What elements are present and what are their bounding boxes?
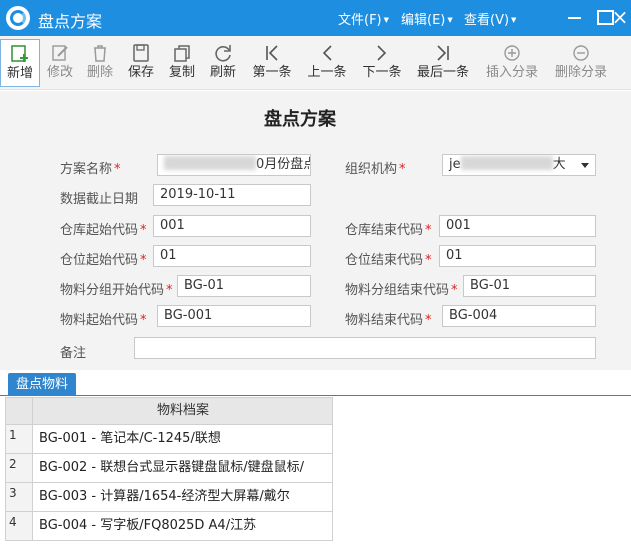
material-cell[interactable]: BG-001 - 笔记本/C-1245/联想 bbox=[34, 425, 333, 453]
new-button[interactable]: 新增 bbox=[0, 39, 40, 87]
group-start-field[interactable]: BG-01 bbox=[177, 275, 311, 297]
first-icon bbox=[250, 39, 294, 65]
menu-file[interactable]: 文件(F) ▼ bbox=[338, 9, 389, 28]
org-select[interactable]: je 大 bbox=[442, 154, 596, 176]
material-end-label: 物料结束代码 * bbox=[345, 313, 432, 328]
group-end-field[interactable]: BG-01 bbox=[463, 275, 596, 297]
floppy-icon bbox=[124, 39, 158, 65]
material-cell[interactable]: BG-004 - 写字板/FQ8025D A4/江苏 bbox=[34, 512, 333, 540]
row-number: 4 bbox=[6, 512, 33, 540]
plan-name-field[interactable]: 0月份盘点 bbox=[157, 154, 311, 176]
copy-button[interactable]: 复制 bbox=[165, 39, 199, 87]
close-button[interactable]: × bbox=[611, 7, 629, 27]
refresh-button[interactable]: 刷新 bbox=[206, 39, 240, 87]
save-button[interactable]: 保存 bbox=[124, 39, 158, 87]
grid-header: 物料档案 bbox=[6, 398, 333, 425]
copy-icon bbox=[165, 39, 199, 65]
grid-corner bbox=[6, 398, 33, 424]
table-row[interactable]: 4 BG-004 - 写字板/FQ8025D A4/江苏 bbox=[6, 512, 333, 541]
warehouse-start-label: 仓库起始代码 * bbox=[60, 223, 147, 238]
caret-down-icon: ▼ bbox=[511, 16, 517, 24]
tab-strip: 盘点物料 bbox=[0, 370, 631, 396]
last-icon bbox=[415, 39, 471, 65]
remark-label: 备注 bbox=[60, 346, 87, 361]
row-number: 3 bbox=[6, 483, 33, 511]
row-number: 2 bbox=[6, 454, 33, 482]
warehouse-end-label: 仓库结束代码 * bbox=[345, 223, 432, 238]
remove-entry-button[interactable]: 删除分录 bbox=[553, 39, 609, 87]
refresh-icon bbox=[206, 39, 240, 65]
menu-view[interactable]: 查看(V) ▼ bbox=[464, 9, 516, 28]
menu-edit[interactable]: 编辑(E) ▼ bbox=[401, 9, 453, 28]
remark-field[interactable] bbox=[134, 337, 596, 359]
material-cell[interactable]: BG-002 - 联想台式显示器键盘鼠标/键盘鼠标/ bbox=[34, 454, 333, 482]
caret-down-icon: ▼ bbox=[383, 16, 390, 24]
app-logo-icon bbox=[6, 6, 30, 30]
location-end-field[interactable]: 01 bbox=[439, 245, 596, 267]
material-end-field[interactable]: BG-004 bbox=[442, 305, 596, 327]
cutoff-date-field[interactable]: 2019-10-11 bbox=[153, 184, 311, 206]
plus-circle-icon bbox=[484, 39, 540, 65]
edit-button[interactable]: 修改 bbox=[43, 39, 77, 87]
prev-icon bbox=[305, 39, 349, 65]
material-start-field[interactable]: BG-001 bbox=[157, 305, 311, 327]
location-start-label: 仓位起始代码 * bbox=[60, 253, 147, 268]
minus-circle-icon bbox=[553, 39, 609, 65]
form-title: 盘点方案 bbox=[264, 109, 336, 130]
next-icon bbox=[360, 39, 404, 65]
delete-button[interactable]: 删除 bbox=[83, 39, 117, 87]
column-header-material[interactable]: 物料档案 bbox=[34, 398, 333, 424]
material-start-label: 物料起始代码 * bbox=[60, 313, 147, 328]
material-cell[interactable]: BG-003 - 计算器/1654-经济型大屏幕/戴尔 bbox=[34, 483, 333, 511]
last-record-button[interactable]: 最后一条 bbox=[415, 39, 471, 87]
prev-record-button[interactable]: 上一条 bbox=[305, 39, 349, 87]
next-record-button[interactable]: 下一条 bbox=[360, 39, 404, 87]
chevron-down-icon bbox=[581, 163, 589, 168]
window-title: 盘点方案 bbox=[38, 12, 103, 31]
warehouse-end-field[interactable]: 001 bbox=[439, 215, 596, 237]
location-start-field[interactable]: 01 bbox=[153, 245, 311, 267]
add-doc-icon bbox=[1, 40, 39, 66]
row-number: 1 bbox=[6, 425, 33, 453]
plan-name-label: 方案名称 * bbox=[60, 162, 121, 177]
first-record-button[interactable]: 第一条 bbox=[250, 39, 294, 87]
plan-form: 盘点方案 方案名称 * 0月份盘点 组织机构 * je 大 数据截止日期 2019-1… bbox=[0, 91, 631, 370]
tab-inventory-materials[interactable]: 盘点物料 bbox=[8, 373, 77, 396]
cutoff-date-label: 数据截止日期 bbox=[60, 192, 139, 207]
trash-icon bbox=[83, 39, 117, 65]
warehouse-start-field[interactable]: 001 bbox=[153, 215, 311, 237]
insert-entry-button[interactable]: 插入分录 bbox=[484, 39, 540, 87]
group-end-label: 物料分组结束代码 * bbox=[345, 283, 458, 298]
table-row[interactable]: 1 BG-001 - 笔记本/C-1245/联想 bbox=[6, 425, 333, 454]
location-end-label: 仓位结束代码 * bbox=[345, 253, 432, 268]
pencil-icon bbox=[43, 39, 77, 65]
table-row[interactable]: 2 BG-002 - 联想台式显示器键盘鼠标/键盘鼠标/ bbox=[6, 454, 333, 483]
table-row[interactable]: 3 BG-003 - 计算器/1654-经济型大屏幕/戴尔 bbox=[6, 483, 333, 512]
materials-grid: 物料档案 1 BG-001 - 笔记本/C-1245/联想 2 BG-002 -… bbox=[5, 397, 333, 541]
toolbar: 新增 修改 删除 保存 复制 刷新 第一条 上一条 下一条 最后一条 插入分录 bbox=[0, 36, 631, 90]
caret-down-icon: ▼ bbox=[447, 16, 453, 24]
group-start-label: 物料分组开始代码 * bbox=[60, 283, 173, 298]
minimize-button[interactable] bbox=[566, 8, 584, 26]
title-bar: 盘点方案 文件(F) ▼ 编辑(E) ▼ 查看(V) ▼ × bbox=[0, 0, 631, 36]
org-label: 组织机构 * bbox=[345, 162, 406, 177]
